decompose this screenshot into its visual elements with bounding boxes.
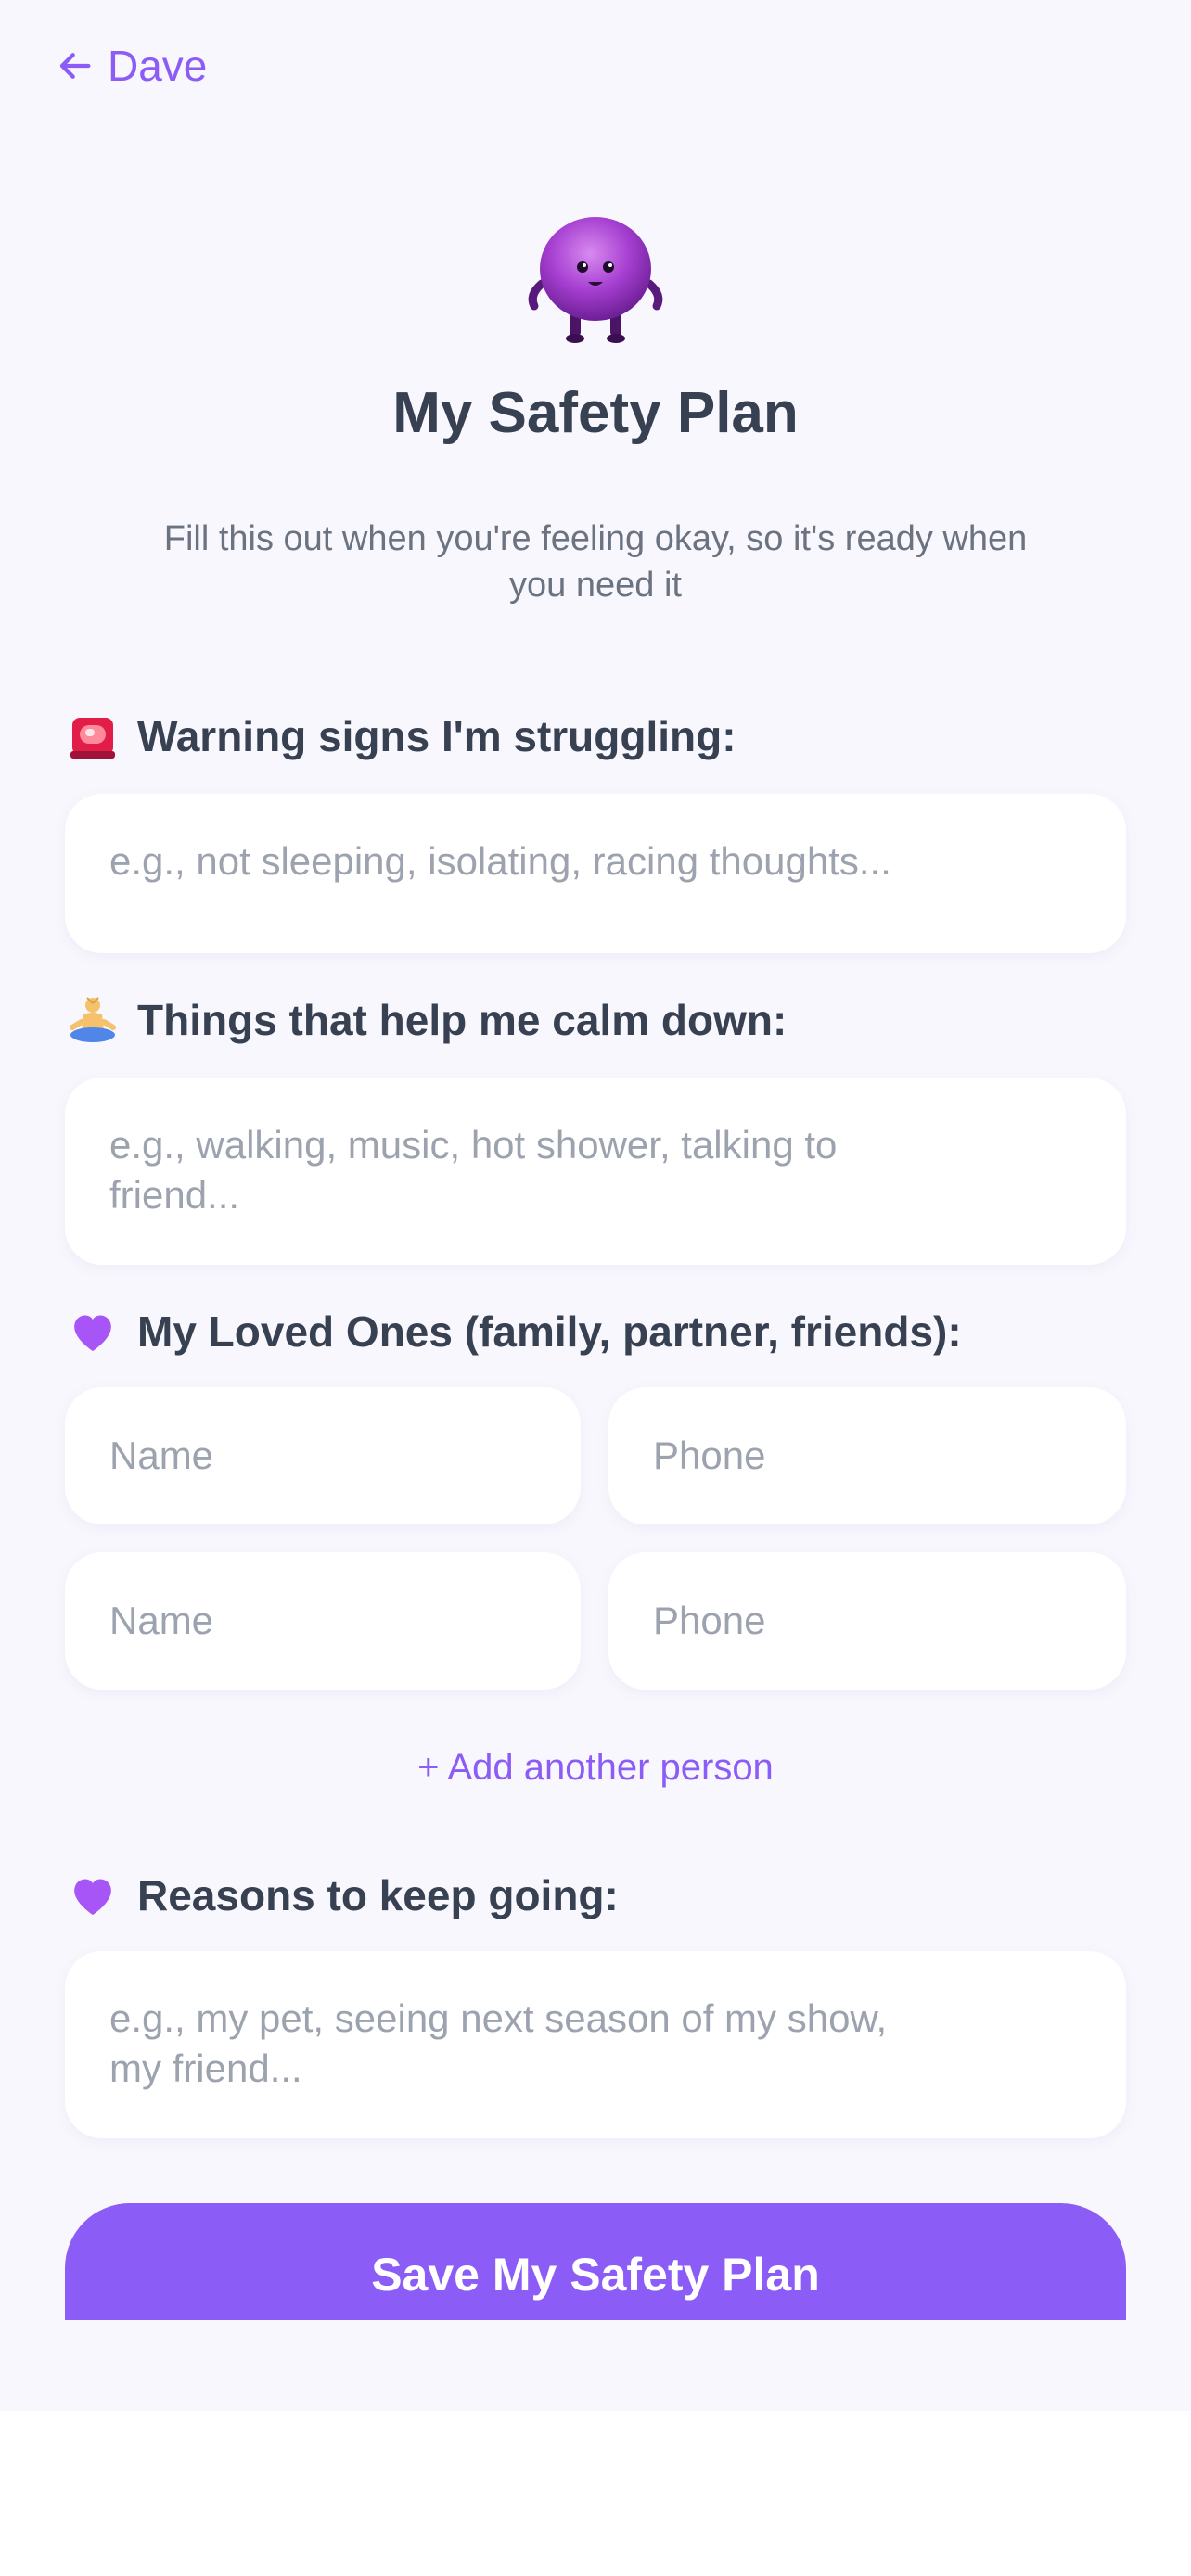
reasons-label: Reasons to keep going: [67, 1869, 619, 1921]
purple-heart-icon [67, 1306, 119, 1358]
calm-down-placeholder: e.g., walking, music, hot shower, talkin… [109, 1123, 838, 1217]
calm-down-input[interactable]: e.g., walking, music, hot shower, talkin… [65, 1078, 1126, 1265]
page-title: My Safety Plan [392, 381, 799, 445]
loved-one-phone-input-1[interactable]: Phone [608, 1387, 1126, 1524]
loved-ones-label-text: My Loved Ones (family, partner, friends)… [137, 1307, 962, 1356]
reasons-placeholder: e.g., my pet, seeing next season of my s… [109, 1996, 888, 2090]
name-placeholder: Name [109, 1599, 214, 1642]
arrow-left-icon [59, 53, 91, 79]
calm-down-label-text: Things that help me calm down: [137, 996, 788, 1044]
mascot-icon [528, 217, 663, 343]
reasons-label-text: Reasons to keep going: [137, 1871, 619, 1919]
add-person-link[interactable]: + Add another person [0, 1747, 1191, 1789]
loved-one-name-input-2[interactable]: Name [65, 1552, 581, 1690]
warning-signs-input[interactable]: e.g., not sleeping, isolating, racing th… [65, 794, 1126, 953]
loved-one-phone-input-2[interactable]: Phone [608, 1552, 1126, 1690]
phone-placeholder: Phone [653, 1434, 766, 1477]
loved-one-name-input-1[interactable]: Name [65, 1387, 581, 1524]
warning-signs-label-text: Warning signs I'm struggling: [137, 712, 736, 760]
siren-icon [67, 710, 119, 762]
purple-heart-icon [67, 1869, 119, 1921]
meditation-icon [67, 994, 119, 1046]
safety-plan-screen: Dave My Safety Plan Fill this out when y… [0, 0, 1191, 2411]
loved-ones-label: My Loved Ones (family, partner, friends)… [67, 1306, 962, 1358]
warning-signs-label: Warning signs I'm struggling: [67, 710, 736, 762]
back-button[interactable]: Dave [58, 41, 207, 91]
calm-down-label: Things that help me calm down: [67, 994, 787, 1046]
page-subtitle: Fill this out when you're feeling okay, … [163, 519, 1028, 605]
reasons-input[interactable]: e.g., my pet, seeing next season of my s… [65, 1951, 1126, 2138]
name-placeholder: Name [109, 1434, 214, 1477]
phone-placeholder: Phone [653, 1599, 766, 1642]
warning-signs-placeholder: e.g., not sleeping, isolating, racing th… [109, 839, 891, 883]
back-label: Dave [108, 42, 208, 90]
save-plan-button[interactable]: Save My Safety Plan [65, 2203, 1126, 2320]
